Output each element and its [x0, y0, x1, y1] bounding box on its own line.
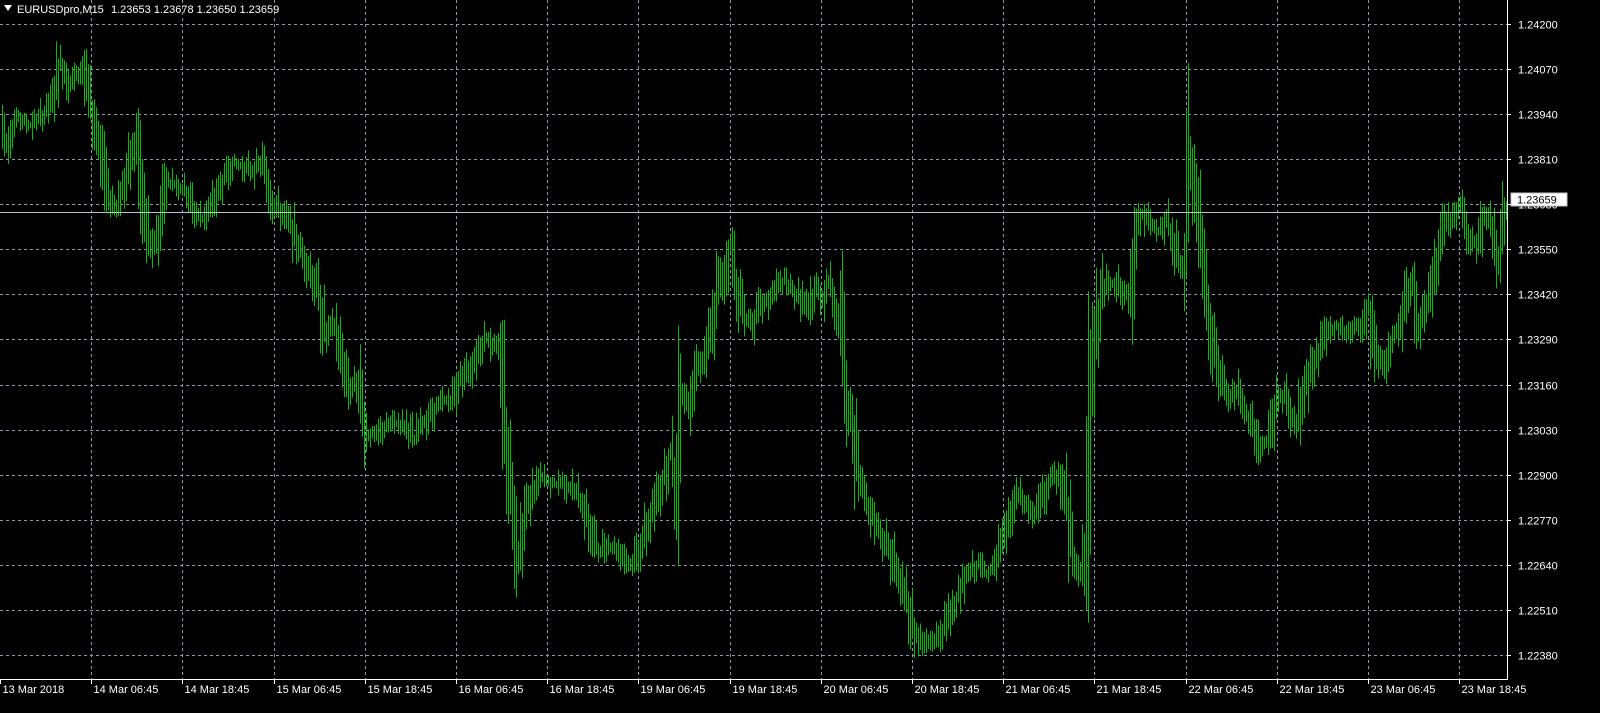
- price-chart[interactable]: 1.242001.240701.239401.238101.236801.235…: [0, 0, 1600, 713]
- chart-background: [0, 0, 1600, 713]
- current-price-tag: 1.23659: [1510, 192, 1568, 207]
- symbol-label: EURUSDpro,M15: [17, 4, 104, 16]
- price-tick-label: 1.23550: [1518, 245, 1558, 257]
- price-tick-label: 1.22380: [1518, 651, 1558, 663]
- price-tick-label: 1.23940: [1518, 110, 1558, 122]
- price-tick-label: 1.24070: [1518, 65, 1558, 77]
- price-tick-label: 1.23160: [1518, 381, 1558, 393]
- time-tick-label: 21 Mar 06:45: [1006, 684, 1071, 696]
- time-tick-label: 19 Mar 06:45: [641, 684, 706, 696]
- chart-window[interactable]: 1.242001.240701.239401.238101.236801.235…: [0, 0, 1600, 713]
- time-tick-label: 15 Mar 18:45: [368, 684, 433, 696]
- time-tick-label: 23 Mar 18:45: [1462, 684, 1527, 696]
- price-tick-label: 1.22770: [1518, 516, 1558, 528]
- time-tick-label: 22 Mar 18:45: [1280, 684, 1345, 696]
- price-tick-label: 1.23030: [1518, 426, 1558, 438]
- time-tick-label: 16 Mar 18:45: [550, 684, 615, 696]
- time-tick-label: 23 Mar 06:45: [1371, 684, 1436, 696]
- chart-header[interactable]: EURUSDpro,M15 1.23653 1.23678 1.23650 1.…: [4, 4, 279, 16]
- price-tick-label: 1.22640: [1518, 561, 1558, 573]
- price-tick-label: 1.22510: [1518, 606, 1558, 618]
- price-tick-label: 1.23810: [1518, 155, 1558, 167]
- current-price-label: 1.23659: [1517, 195, 1557, 207]
- price-tick-label: 1.24200: [1518, 20, 1558, 32]
- ohlc-values: 1.23653 1.23678 1.23650 1.23659: [111, 4, 279, 16]
- time-tick-label: 14 Mar 06:45: [94, 684, 159, 696]
- time-tick-label: 20 Mar 06:45: [824, 684, 889, 696]
- price-tick-label: 1.22900: [1518, 471, 1558, 483]
- time-tick-label: 13 Mar 2018: [3, 684, 65, 696]
- time-tick-label: 19 Mar 18:45: [733, 684, 798, 696]
- time-tick-label: 15 Mar 06:45: [277, 684, 342, 696]
- time-tick-label: 20 Mar 18:45: [915, 684, 980, 696]
- price-tick-label: 1.23420: [1518, 290, 1558, 302]
- price-tick-label: 1.23290: [1518, 335, 1558, 347]
- time-tick-label: 22 Mar 06:45: [1189, 684, 1254, 696]
- time-tick-label: 21 Mar 18:45: [1097, 684, 1162, 696]
- time-tick-label: 14 Mar 18:45: [185, 684, 250, 696]
- time-tick-label: 16 Mar 06:45: [459, 684, 524, 696]
